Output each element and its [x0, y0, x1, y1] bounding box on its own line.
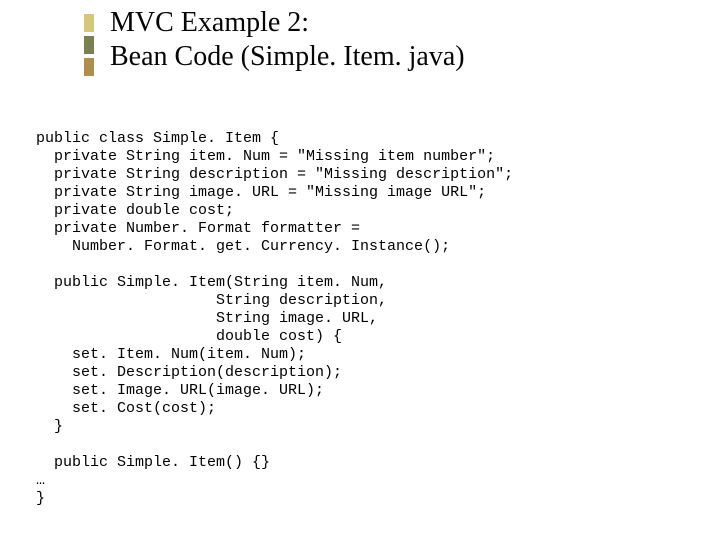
- code-line: private String item. Num = "Missing item…: [36, 148, 495, 165]
- accent-box-1: [84, 14, 94, 32]
- code-line: set. Item. Num(item. Num);: [36, 346, 306, 363]
- code-block: public class Simple. Item { private Stri…: [36, 112, 513, 508]
- slide: MVC Example 2: Bean Code (Simple. Item. …: [0, 0, 720, 540]
- code-line: double cost) {: [36, 328, 342, 345]
- accent-box-3: [84, 58, 94, 76]
- code-line: set. Image. URL(image. URL);: [36, 382, 324, 399]
- title-accent: [84, 14, 94, 72]
- code-line: String description,: [36, 292, 387, 309]
- code-line: String image. URL,: [36, 310, 378, 327]
- code-line: public Simple. Item() {}: [36, 454, 270, 471]
- code-line: private String description = "Missing de…: [36, 166, 513, 183]
- title-line-2: Bean Code (Simple. Item. java): [110, 40, 465, 74]
- code-line: …: [36, 472, 45, 489]
- title-line-1: MVC Example 2:: [110, 6, 465, 40]
- code-line: }: [36, 490, 45, 507]
- code-line: }: [36, 418, 63, 435]
- code-line: Number. Format. get. Currency. Instance(…: [36, 238, 450, 255]
- code-line: private double cost;: [36, 202, 234, 219]
- code-line: set. Description(description);: [36, 364, 342, 381]
- code-line: public Simple. Item(String item. Num,: [36, 274, 387, 291]
- code-line: public class Simple. Item {: [36, 130, 279, 147]
- slide-title: MVC Example 2: Bean Code (Simple. Item. …: [110, 6, 465, 74]
- accent-box-2: [84, 36, 94, 54]
- code-line: private String image. URL = "Missing ima…: [36, 184, 486, 201]
- code-line: set. Cost(cost);: [36, 400, 216, 417]
- code-line: private Number. Format formatter =: [36, 220, 360, 237]
